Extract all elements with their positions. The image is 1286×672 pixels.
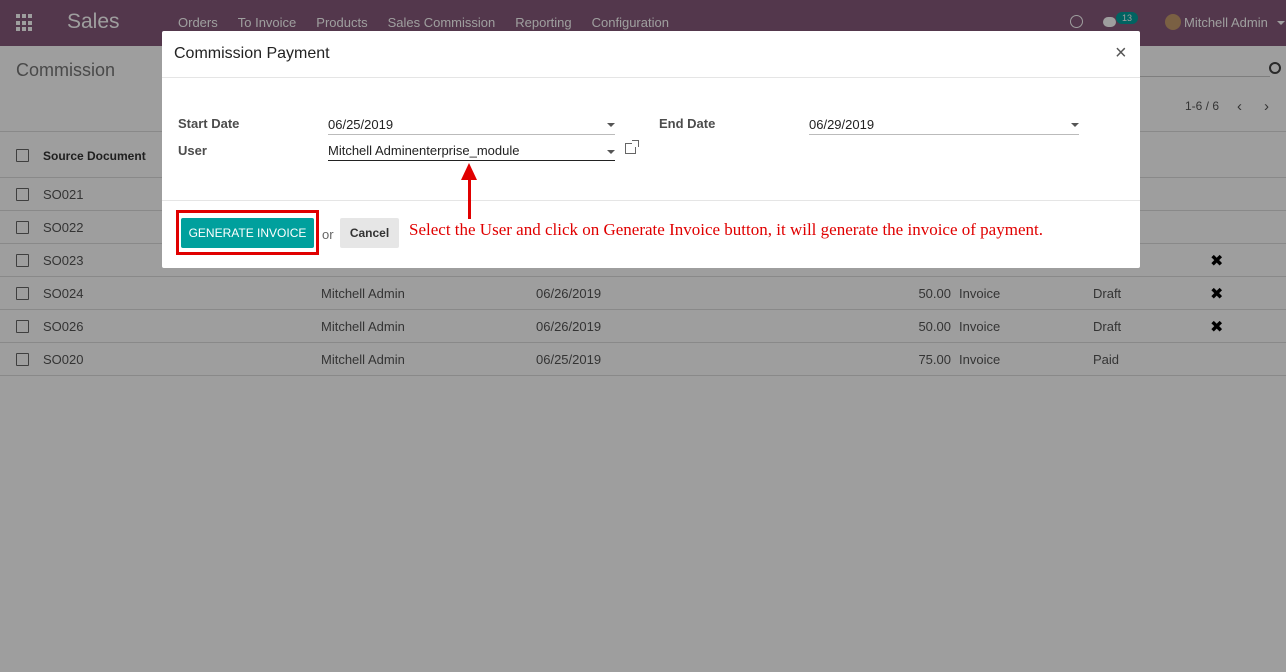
instruction-annotation: Select the User and click on Generate In… bbox=[409, 220, 1043, 239]
start-date-label: Start Date bbox=[178, 116, 240, 131]
user-label: User bbox=[178, 143, 207, 158]
chevron-down-icon[interactable] bbox=[607, 123, 615, 127]
or-text: or bbox=[322, 227, 334, 242]
chevron-down-icon[interactable] bbox=[607, 150, 615, 154]
close-icon[interactable]: × bbox=[1115, 42, 1127, 65]
user-field[interactable]: Mitchell Adminenterprise_module bbox=[328, 141, 615, 161]
modal-title: Commission Payment bbox=[174, 45, 330, 62]
chevron-down-icon[interactable] bbox=[1071, 123, 1079, 127]
arrow-up-icon bbox=[461, 163, 477, 180]
modal-header: Commission Payment × bbox=[162, 31, 1140, 78]
commission-payment-dialog: Commission Payment × Start Date 06/25/20… bbox=[162, 31, 1140, 268]
cancel-button[interactable]: Cancel bbox=[340, 218, 399, 248]
end-date-field[interactable]: 06/29/2019 bbox=[809, 115, 1079, 135]
modal-footer: GENERATE INVOICE or Cancel Select the Us… bbox=[162, 200, 1140, 268]
start-date-field[interactable]: 06/25/2019 bbox=[328, 115, 615, 135]
external-link-icon[interactable] bbox=[625, 140, 639, 154]
arrow-shaft bbox=[468, 179, 471, 219]
end-date-label: End Date bbox=[659, 116, 716, 131]
generate-invoice-button[interactable]: GENERATE INVOICE bbox=[181, 218, 314, 248]
